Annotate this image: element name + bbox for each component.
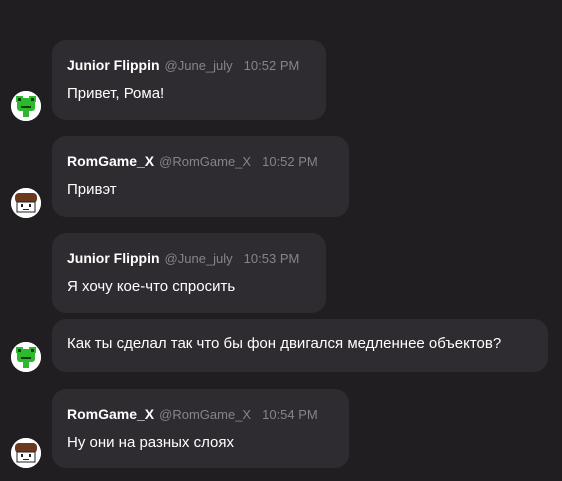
author-name[interactable]: RomGame_X xyxy=(67,406,154,422)
message-bubble: Junior Flippin @June_july 10:52 PM Приве… xyxy=(52,40,326,120)
timestamp: 10:53 PM xyxy=(243,251,300,266)
author-name[interactable]: RomGame_X xyxy=(67,153,154,169)
message-bubble: RomGame_X @RomGame_X 10:52 PM Привэт xyxy=(52,136,349,217)
message-text: Привэт xyxy=(67,181,117,198)
message-bubble: Как ты сделал так что бы фон двигался ме… xyxy=(52,319,548,372)
author-handle: @June_july xyxy=(164,58,233,73)
frog-icon xyxy=(11,342,41,372)
message-text: Как ты сделал так что бы фон двигался ме… xyxy=(67,335,502,352)
author-name[interactable]: Junior Flippin xyxy=(67,57,160,73)
timestamp: 10:52 PM xyxy=(243,58,300,73)
author-handle: @RomGame_X xyxy=(159,407,252,422)
message-text: Ну они на разных слоях xyxy=(67,434,234,451)
user-avatar[interactable] xyxy=(11,91,41,121)
message-text: Я хочу кое-что спросить xyxy=(67,278,236,295)
timestamp: 10:52 PM xyxy=(262,154,318,169)
author-handle: @June_july xyxy=(164,251,233,266)
frog-icon xyxy=(11,91,41,121)
user-avatar[interactable] xyxy=(11,438,41,468)
face-icon xyxy=(11,438,41,468)
user-avatar[interactable] xyxy=(11,188,41,218)
message-bubble: RomGame_X @RomGame_X 10:54 PM Ну они на … xyxy=(52,389,349,468)
user-avatar[interactable] xyxy=(11,342,41,372)
message-text: Привет, Рома! xyxy=(67,85,165,102)
face-icon xyxy=(11,188,41,218)
message-bubble: Junior Flippin @June_july 10:53 PM Я хоч… xyxy=(52,233,326,313)
author-name[interactable]: Junior Flippin xyxy=(67,250,160,266)
author-handle: @RomGame_X xyxy=(159,154,252,169)
timestamp: 10:54 PM xyxy=(262,407,318,422)
